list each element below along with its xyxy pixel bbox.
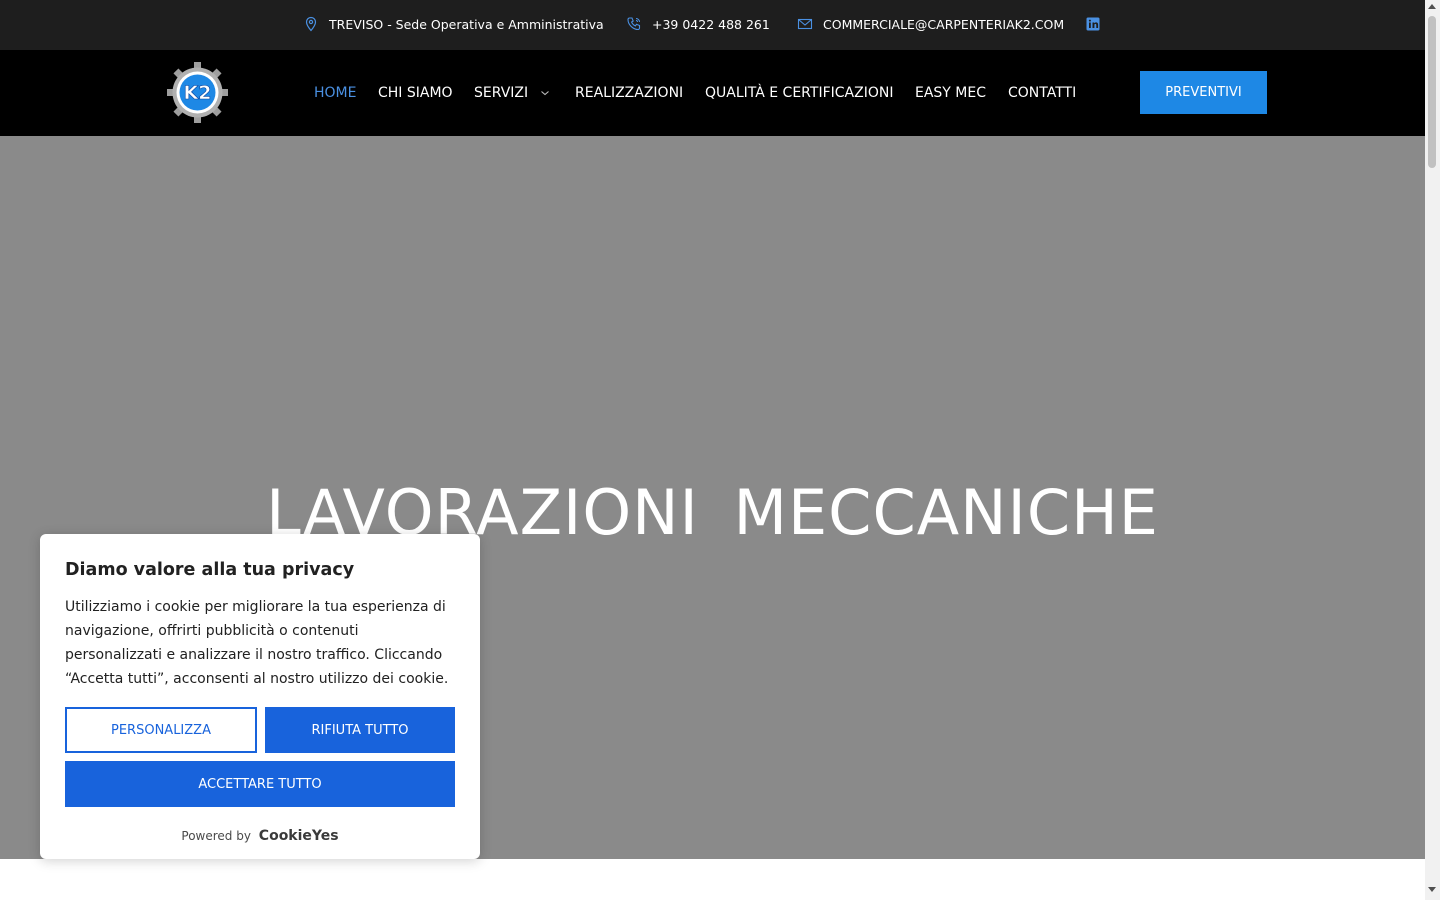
nav-realizzazioni[interactable]: REALIZZAZIONI [575, 50, 683, 136]
phone-text[interactable]: +39 0422 488 261 [652, 17, 770, 32]
page-scrollbar[interactable] [1425, 0, 1440, 900]
scroll-down-arrow-icon[interactable] [1428, 887, 1436, 892]
cookie-consent-banner: Diamo valore alla tua privacy Utilizziam… [40, 534, 480, 859]
nav-easy-mec[interactable]: EASY MEC [915, 50, 986, 136]
nav-servizi-label: SERVIZI [474, 85, 529, 101]
powered-by: Powered by CookieYes [40, 828, 480, 844]
linkedin-link[interactable] [1085, 0, 1101, 48]
logo[interactable]: K2 [167, 62, 228, 123]
nav-qualita-certificazioni[interactable]: QUALITÀ E CERTIFICAZIONI [705, 50, 893, 136]
powered-by-label: Powered by [181, 829, 251, 843]
scrollbar-thumb[interactable] [1428, 16, 1436, 168]
map-pin-icon [303, 16, 319, 32]
email-text[interactable]: COMMERCIALE@CARPENTERIAK2.COM [823, 17, 1064, 32]
nav-servizi[interactable]: SERVIZI [474, 50, 550, 136]
customize-button[interactable]: PERSONALIZZA [65, 707, 257, 753]
phone-info[interactable]: +39 0422 488 261 [626, 0, 770, 48]
svg-text:K2: K2 [184, 82, 212, 104]
cookie-title: Diamo valore alla tua privacy [65, 560, 355, 580]
cookieyes-logo[interactable]: CookieYes [259, 828, 339, 844]
location-text: TREVISO - Sede Operativa e Amministrativ… [329, 16, 604, 32]
preventivi-button[interactable]: PREVENTIVI [1140, 71, 1267, 114]
main-navbar: K2 HOME CHI SIAMO SERVIZI REALIZZAZIONI … [0, 50, 1425, 136]
scroll-up-arrow-icon[interactable] [1428, 4, 1436, 9]
linkedin-icon[interactable] [1085, 16, 1101, 32]
mail-icon [797, 16, 813, 32]
nav-chi-siamo[interactable]: CHI SIAMO [378, 50, 453, 136]
top-info-bar: TREVISO - Sede Operativa e Amministrativ… [0, 0, 1425, 50]
cookie-description: Utilizziamo i cookie per migliorare la t… [65, 599, 449, 687]
nav-contatti[interactable]: CONTATTI [1008, 50, 1076, 136]
nav-home[interactable]: HOME [314, 50, 356, 136]
email-info[interactable]: COMMERCIALE@CARPENTERIAK2.COM [797, 0, 1064, 48]
location-info: TREVISO - Sede Operativa e Amministrativ… [303, 0, 604, 48]
accept-all-button[interactable]: ACCETTARE TUTTO [65, 761, 455, 807]
phone-icon [626, 16, 642, 32]
chevron-down-icon [540, 88, 550, 98]
reject-all-button[interactable]: RIFIUTA TUTTO [265, 707, 455, 753]
